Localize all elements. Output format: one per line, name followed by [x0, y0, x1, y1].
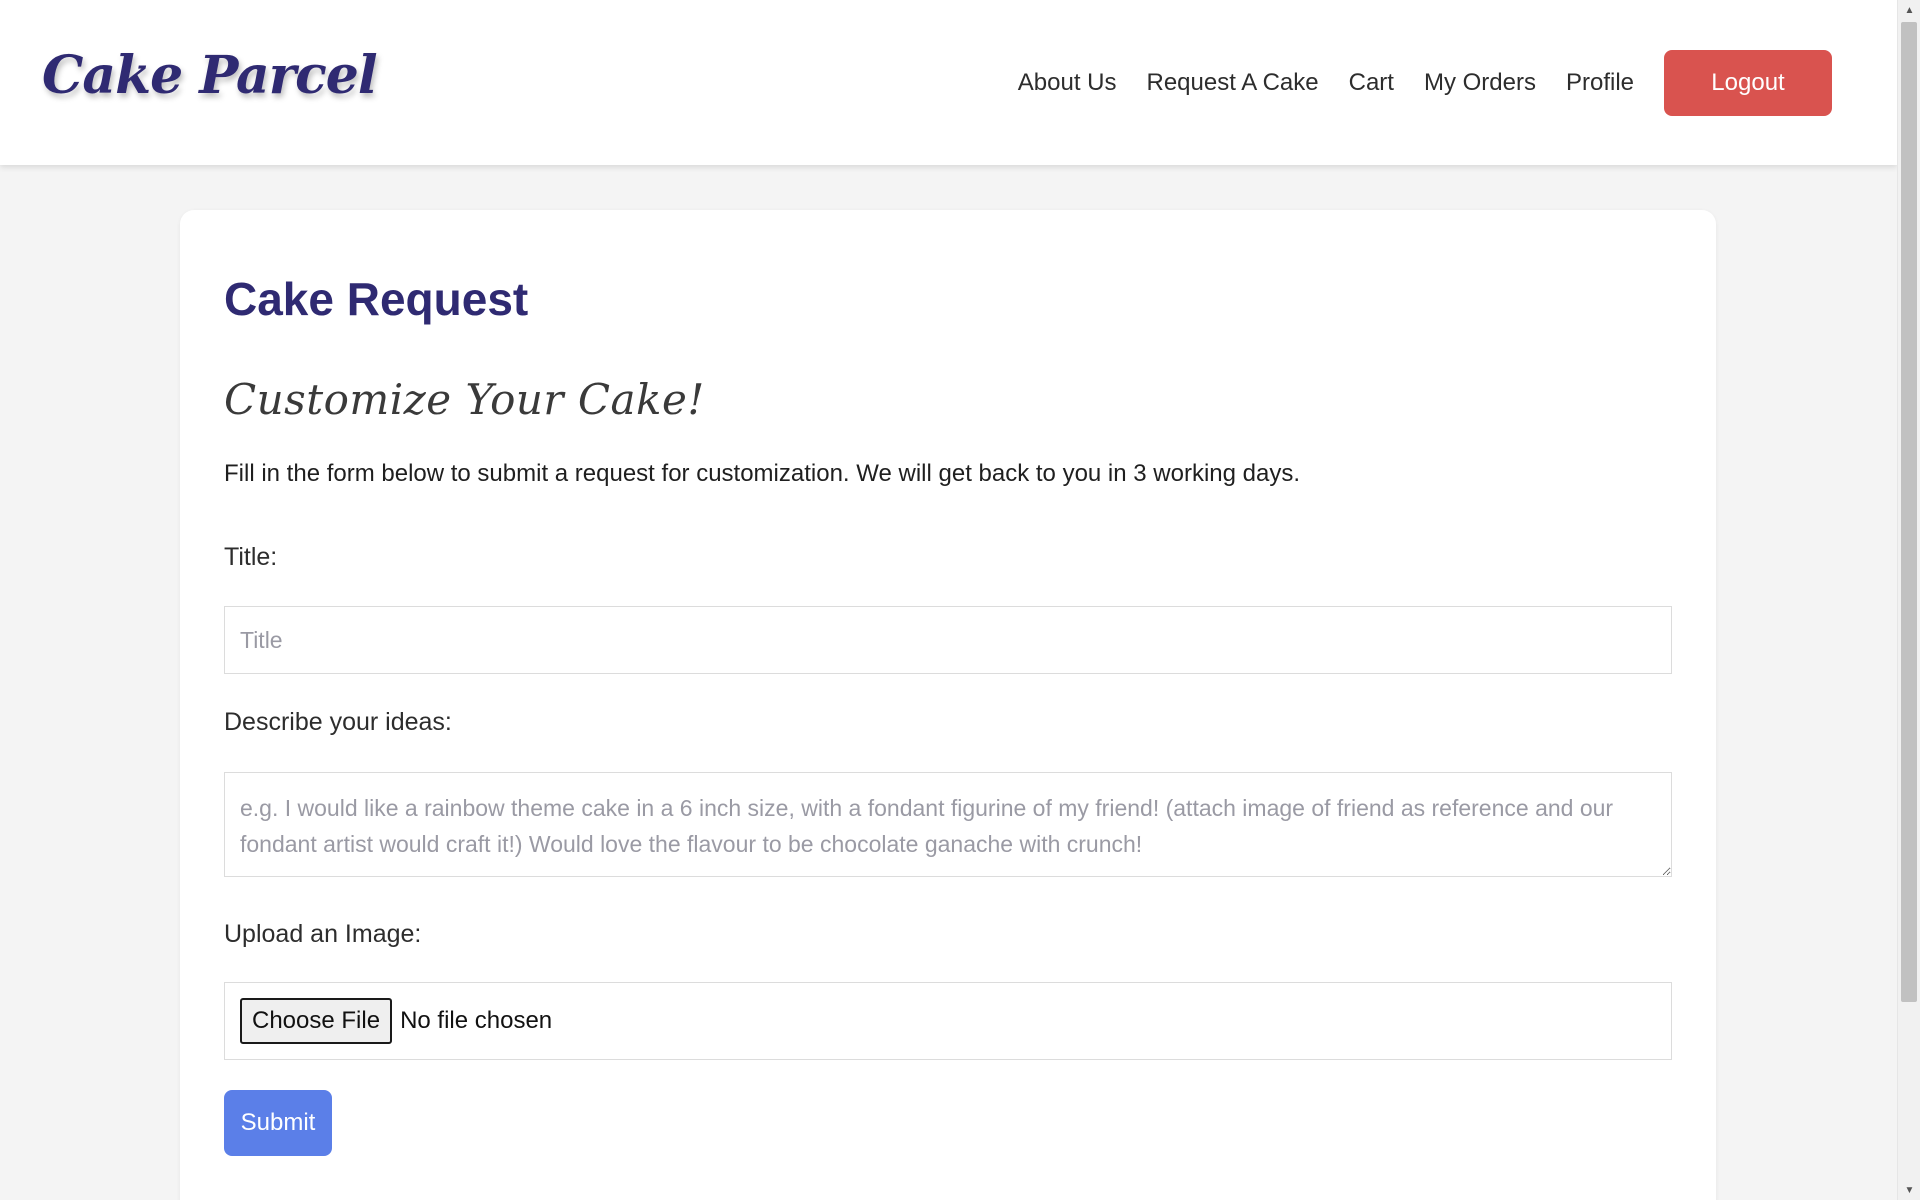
scroll-down-arrow-icon[interactable]: ▼ — [1898, 1180, 1920, 1200]
title-label: Title: — [224, 543, 278, 571]
nav-link-about-us[interactable]: About Us — [1018, 69, 1117, 97]
submit-button[interactable]: Submit — [224, 1090, 332, 1156]
nav-link-my-orders[interactable]: My Orders — [1424, 69, 1536, 97]
nav-links: About Us Request A Cake Cart My Orders P… — [988, 50, 1832, 116]
logout-button[interactable]: Logout — [1664, 50, 1832, 116]
scroll-thumb[interactable] — [1901, 22, 1917, 1002]
navbar: Cake Parcel About Us Request A Cake Cart… — [0, 0, 1897, 165]
scroll-up-arrow-icon[interactable]: ▲ — [1898, 0, 1920, 20]
customize-subtitle: Customize Your Cake! — [224, 375, 705, 424]
file-status-text: No file chosen — [400, 1007, 553, 1034]
page-viewport: Cake Parcel About Us Request A Cake Cart… — [0, 0, 1897, 1200]
choose-file-button[interactable]: Choose File — [240, 998, 393, 1044]
intro-text: Fill in the form below to submit a reque… — [224, 460, 1301, 487]
ideas-label: Describe your ideas: — [224, 708, 452, 736]
nav-link-profile[interactable]: Profile — [1566, 69, 1634, 97]
nav-link-cart[interactable]: Cart — [1349, 69, 1394, 97]
nav-link-request-a-cake[interactable]: Request A Cake — [1146, 69, 1318, 97]
cake-request-card: Cake Request Customize Your Cake! Fill i… — [180, 210, 1716, 1200]
file-upload-field[interactable]: Choose File No file chosen — [224, 982, 1672, 1060]
page-title: Cake Request — [224, 273, 529, 325]
title-input[interactable] — [224, 606, 1672, 674]
upload-label: Upload an Image: — [224, 920, 422, 948]
site-logo[interactable]: Cake Parcel — [42, 45, 378, 106]
ideas-textarea[interactable] — [224, 772, 1672, 877]
vertical-scrollbar[interactable]: ▲ ▼ — [1897, 0, 1920, 1200]
